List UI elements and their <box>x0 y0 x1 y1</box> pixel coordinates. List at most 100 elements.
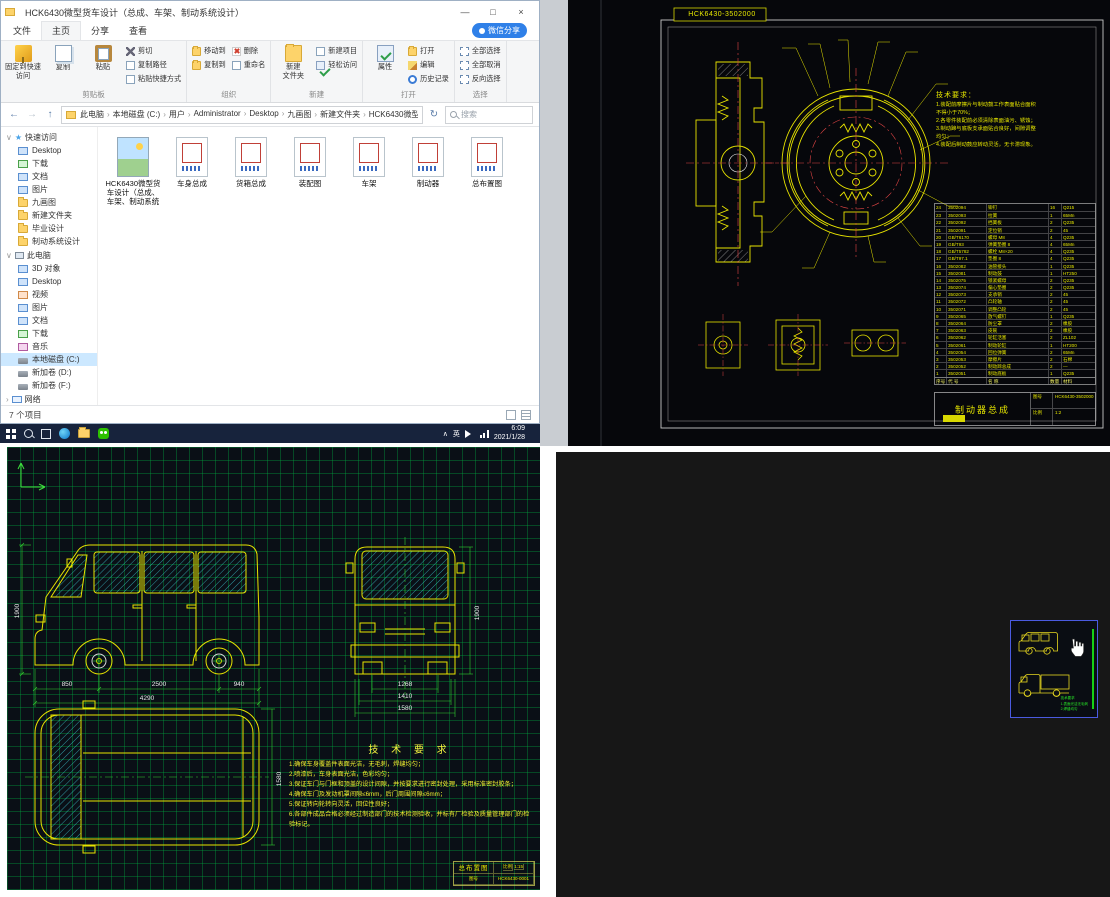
nav-item[interactable]: 图片 <box>1 183 97 196</box>
parts-list-table: 24 3502094 铆钉 16 Q215 23 3502093 拉簧 1 65… <box>934 203 1096 385</box>
breadcrumb[interactable]: 此电脑本地磁盘 (C:)用户AdministratorDesktop九画图新建文… <box>61 106 423 124</box>
file-item[interactable]: 总布置图 <box>458 137 516 206</box>
title-bar[interactable]: HCK6430微型货车设计（总成、车架、制动系统设计） — □ × <box>1 1 539 23</box>
cut-button[interactable]: 剪切 <box>123 44 184 58</box>
thumbnail-view-icon[interactable] <box>521 410 531 420</box>
nav-item[interactable]: 毕业设计 <box>1 222 97 235</box>
new-folder-button[interactable]: 新建 文件夹 <box>273 42 313 81</box>
copy-path-button[interactable]: 复制路径 <box>123 58 184 72</box>
file-list[interactable]: HCK6430微型货车设计（总成、车架、制动系统设计） 车身总成 货箱总成 装配… <box>98 127 539 405</box>
breadcrumb-segment[interactable]: HCK6430微型货车设计（总成、车架、制动系统设计） <box>369 109 418 120</box>
breadcrumb-segment[interactable]: 本地磁盘 (C:) <box>113 109 169 120</box>
rename-button[interactable]: 重命名 <box>229 58 269 72</box>
nav-item[interactable]: 下载 <box>1 327 97 340</box>
file-item[interactable]: 车身总成 <box>163 137 221 206</box>
nav-item-icon <box>18 291 28 299</box>
nav-item[interactable]: Desktop <box>1 275 97 288</box>
file-item[interactable]: 制动器 <box>399 137 457 206</box>
file-item[interactable]: HCK6430微型货车设计（总成、车架、制动系统设计） <box>104 137 162 206</box>
nav-section-quick-access[interactable]: 快速访问 <box>1 130 97 144</box>
breadcrumb-segment[interactable]: 此电脑 <box>80 109 113 120</box>
breadcrumb-segment[interactable]: Desktop <box>249 109 287 120</box>
refresh-icon[interactable]: ↻ <box>427 109 441 120</box>
nav-item[interactable]: 3D 对象 <box>1 262 97 275</box>
chevron-right-icon[interactable] <box>6 395 9 404</box>
breadcrumb-segment[interactable]: Administrator <box>194 109 250 120</box>
wechat-icon[interactable] <box>98 428 109 439</box>
pin-to-quick-access-button[interactable]: 固定到快速 访问 <box>3 42 43 81</box>
chevron-down-icon[interactable] <box>6 251 12 260</box>
wechat-share-badge[interactable]: 微信分享 <box>472 23 527 38</box>
nav-item[interactable]: 下载 <box>1 157 97 170</box>
maximize-button[interactable]: □ <box>479 2 507 23</box>
chevron-down-icon[interactable] <box>6 133 12 142</box>
tech-requirements-title: 技 术 要 求 <box>289 741 531 756</box>
bom-cell-code: 3502064 <box>947 320 987 326</box>
file-item[interactable]: 装配图 <box>281 137 339 206</box>
nav-item[interactable]: 文档 <box>1 314 97 327</box>
back-button[interactable]: ← <box>7 109 21 120</box>
nav-item-label: 下载 <box>32 158 48 169</box>
copy-to-button[interactable]: 复制到 <box>189 58 229 72</box>
file-item[interactable]: 货箱总成 <box>222 137 280 206</box>
nav-item[interactable]: Desktop <box>1 144 97 157</box>
nav-item[interactable]: 制动系统设计 <box>1 235 97 248</box>
file-explorer-icon[interactable] <box>78 429 90 438</box>
tab-share[interactable]: 分享 <box>81 22 119 40</box>
van-cad-viewport[interactable]: 850 2500 940 4290 1900 <box>7 447 540 890</box>
edit-button[interactable]: 编辑 <box>405 58 452 72</box>
start-button[interactable] <box>6 429 16 439</box>
tab-home[interactable]: 主页 <box>41 21 81 40</box>
breadcrumb-segment[interactable]: 用户 <box>169 109 194 120</box>
invert-selection-button[interactable]: 反向选择 <box>457 72 504 86</box>
minimize-button[interactable]: — <box>451 2 479 23</box>
open-button[interactable]: 打开 <box>405 44 452 58</box>
van-front-view <box>346 537 464 699</box>
copy-button[interactable]: 复制 <box>43 42 83 71</box>
paste-button[interactable]: 粘贴 <box>83 42 123 71</box>
paste-shortcut-button[interactable]: 粘贴快捷方式 <box>123 72 184 86</box>
task-view-icon[interactable] <box>41 429 51 439</box>
details-view-icon[interactable] <box>506 410 516 420</box>
input-language-indicator[interactable]: 英 <box>453 429 460 439</box>
select-none-button[interactable]: 全部取消 <box>457 58 504 72</box>
select-all-button[interactable]: 全部选择 <box>457 44 504 58</box>
forward-button[interactable]: → <box>25 109 39 120</box>
drawing-preview-window[interactable]: 技术要求1.表面光洁无毛刺2.焊缝均匀 <box>1010 620 1098 718</box>
edge-browser-icon[interactable] <box>59 428 70 439</box>
breadcrumb-segment[interactable]: 新建文件夹 <box>320 109 369 120</box>
navigation-pane[interactable]: 快速访问 Desktop 下载 文档 图片 <box>1 127 98 405</box>
file-item[interactable]: 车架 <box>340 137 398 206</box>
new-item-button[interactable]: 新建项目 <box>313 44 360 58</box>
cad-dark-viewport[interactable]: 技术要求1.表面光洁无毛刺2.焊缝均匀 <box>556 452 1110 897</box>
taskbar-clock[interactable]: 6:09 2021/1/28 <box>494 425 525 442</box>
nav-item[interactable]: 图片 <box>1 301 97 314</box>
brake-cad-viewport[interactable]: HCK6430-3502000 技术要求： 1.装配前摩擦片与制动鼓工作表面贴合… <box>568 0 1110 446</box>
volume-icon[interactable] <box>465 430 475 438</box>
nav-item[interactable]: 九画图 <box>1 196 97 209</box>
hidden-icons-chevron[interactable]: ∧ <box>443 430 448 438</box>
nav-item[interactable]: 视频 <box>1 288 97 301</box>
network-icon[interactable] <box>480 430 489 438</box>
up-button[interactable]: ↑ <box>43 109 57 120</box>
nav-item[interactable]: 新建文件夹 <box>1 209 97 222</box>
move-to-button[interactable]: 移动到 <box>189 44 229 58</box>
delete-button[interactable]: 删除 <box>229 44 269 58</box>
front-dimension-labels: 1268 1410 1580 1900 <box>398 605 481 712</box>
nav-section-network[interactable]: 网络 <box>1 392 97 405</box>
properties-button[interactable]: 属性 <box>365 42 405 71</box>
tab-file[interactable]: 文件 <box>3 22 41 40</box>
nav-item[interactable]: 本地磁盘 (C:) <box>1 353 97 366</box>
nav-item[interactable]: 新加卷 (F:) <box>1 379 97 392</box>
history-button[interactable]: 历史记录 <box>405 72 452 86</box>
breadcrumb-segment[interactable]: 九画图 <box>287 109 320 120</box>
nav-item[interactable]: 音乐 <box>1 340 97 353</box>
search-input[interactable]: 搜索 <box>445 106 533 124</box>
search-icon[interactable] <box>24 429 33 438</box>
easy-access-button[interactable]: 轻松访问 <box>313 58 360 72</box>
nav-item[interactable]: 文档 <box>1 170 97 183</box>
bom-cell-code: 3502094 <box>947 204 987 211</box>
close-button[interactable]: × <box>507 2 535 23</box>
nav-section-this-pc[interactable]: 此电脑 <box>1 248 97 262</box>
nav-item[interactable]: 新加卷 (D:) <box>1 366 97 379</box>
